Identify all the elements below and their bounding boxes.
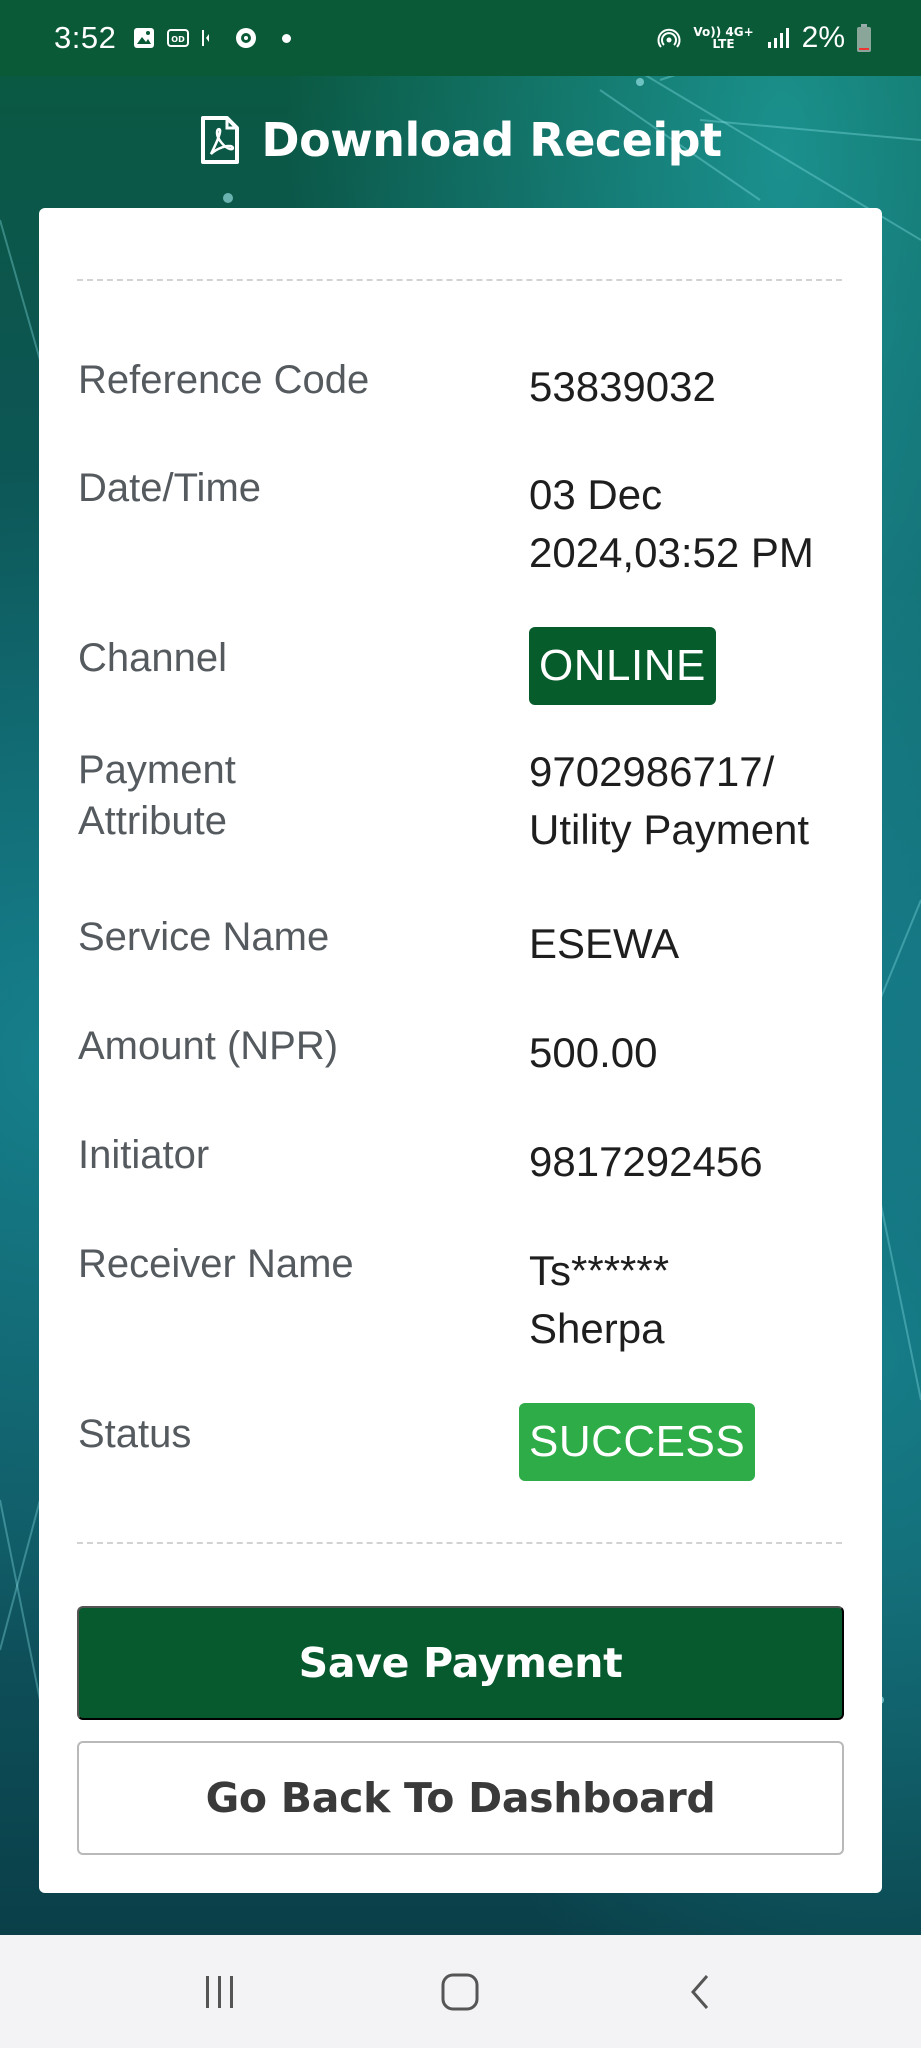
screen-record-notification-icon	[202, 30, 210, 46]
battery-percent: 2%	[801, 21, 845, 54]
date-time-value: 03 Dec 2024,03:52 PM	[529, 471, 814, 576]
reference-code-label: Reference Code	[78, 358, 370, 402]
save-payment-button[interactable]: Save Payment	[77, 1606, 844, 1720]
receiver-name-value: Ts****** Sherpa	[529, 1247, 670, 1352]
channel-value: ONLINE	[529, 627, 874, 705]
reference-code-value: 53839032	[529, 363, 716, 410]
page-header: Download Receipt	[0, 100, 921, 180]
channel-badge: ONLINE	[529, 627, 716, 705]
channel-label: Channel	[78, 636, 228, 680]
gallery-notification-icon	[134, 28, 155, 48]
service-name-value: ESEWA	[529, 920, 680, 967]
status-bar: 3:52 OD Vo)) 4G+ LTE 2%	[0, 0, 921, 76]
status-badge: SUCCESS	[519, 1403, 756, 1481]
notification-icons: OD	[132, 26, 292, 50]
bottom-divider	[77, 1542, 842, 1544]
pdf-file-icon	[201, 116, 240, 164]
status-time: 3:52	[54, 20, 117, 55]
status-right-icons: Vo)) 4G+ LTE 2%	[657, 21, 871, 55]
home-button[interactable]	[430, 1962, 490, 2022]
recent-apps-icon	[206, 1975, 234, 2008]
back-chevron-icon	[690, 1974, 708, 2009]
lte-label: LTE	[712, 37, 735, 51]
svg-text:OD: OD	[172, 35, 186, 44]
back-button[interactable]	[671, 1962, 731, 2022]
initiator-value: 9817292456	[529, 1138, 763, 1185]
payment-attribute-value: 9702986717/ Utility Payment	[529, 748, 810, 853]
cc-notification-icon: OD	[167, 29, 190, 47]
service-name-label: Service Name	[78, 915, 330, 959]
app-notification-icon	[236, 28, 257, 48]
top-divider	[77, 279, 842, 281]
payment-attribute-label: Payment Attribute	[78, 748, 236, 843]
initiator-label: Initiator	[78, 1133, 210, 1177]
signal-strength-icon	[767, 28, 789, 48]
amount-label: Amount (NPR)	[78, 1024, 339, 1068]
recent-apps-button[interactable]	[190, 1962, 250, 2022]
status-label: Status	[78, 1412, 192, 1456]
receipt-card: Reference Code 53839032 Date/Time 03 Dec…	[39, 208, 882, 1893]
home-icon	[441, 1973, 479, 2010]
battery-icon	[857, 24, 871, 52]
more-notifications-dot	[282, 33, 292, 43]
receiver-name-label: Receiver Name	[78, 1242, 354, 1286]
page-title: Download Receipt	[261, 113, 722, 167]
system-nav-bar	[0, 1935, 921, 2048]
go-back-to-dashboard-button[interactable]: Go Back To Dashboard	[77, 1741, 844, 1855]
amount-value: 500.00	[529, 1029, 658, 1076]
status-value: SUCCESS	[519, 1403, 864, 1481]
volte-indicator: Vo)) 4G+ LTE	[693, 26, 753, 50]
hotspot-icon	[657, 28, 681, 48]
date-time-label: Date/Time	[78, 466, 262, 510]
